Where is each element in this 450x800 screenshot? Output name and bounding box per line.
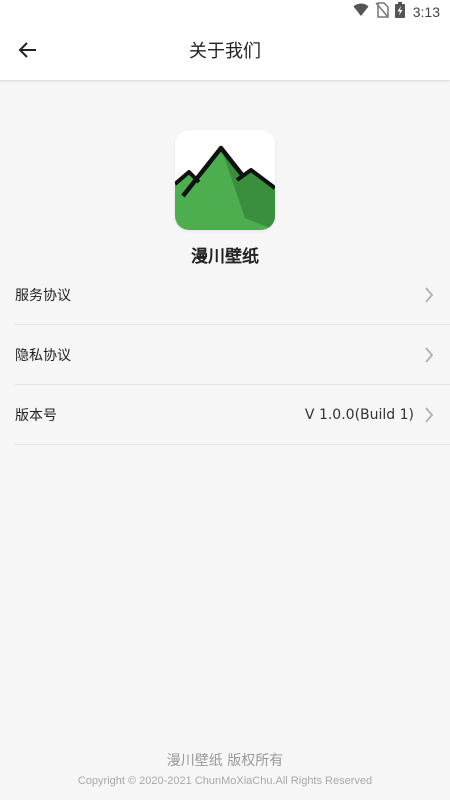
settings-list: 服务协议 隐私协议 版本号 V 1.0.0(Build 1) (15, 265, 450, 445)
version-value: V 1.0.0(Build 1) (304, 406, 414, 423)
mountain-logo-icon (175, 130, 275, 230)
service-agreement-item[interactable]: 服务协议 (15, 265, 450, 325)
wifi-icon (353, 3, 369, 21)
app-logo (175, 130, 275, 230)
no-sim-icon (375, 2, 389, 22)
privacy-agreement-item[interactable]: 隐私协议 (15, 325, 450, 385)
battery-charging-icon (394, 2, 405, 22)
version-item[interactable]: 版本号 V 1.0.0(Build 1) (15, 385, 450, 445)
app-name: 漫川壁纸 (191, 247, 259, 267)
chevron-right-icon (422, 406, 436, 424)
service-agreement-label: 服务协议 (15, 287, 71, 304)
chevron-right-icon (422, 346, 436, 364)
footer-copyright: Copyright © 2020-2021 ChunMoXiaChu.All R… (77, 775, 373, 787)
version-label: 版本号 (15, 407, 57, 424)
status-icons: 3:13 (353, 2, 440, 22)
privacy-agreement-label: 隐私协议 (15, 347, 71, 364)
status-time: 3:13 (412, 4, 440, 20)
page-title: 关于我们 (189, 41, 261, 62)
app-bar: 关于我们 (0, 24, 450, 81)
back-button[interactable] (10, 34, 46, 70)
chevron-right-icon (422, 286, 436, 304)
status-bar: 3:13 (0, 0, 450, 24)
arrow-left-icon (18, 40, 38, 64)
footer-brand: 漫川壁纸 版权所有 (166, 753, 284, 769)
